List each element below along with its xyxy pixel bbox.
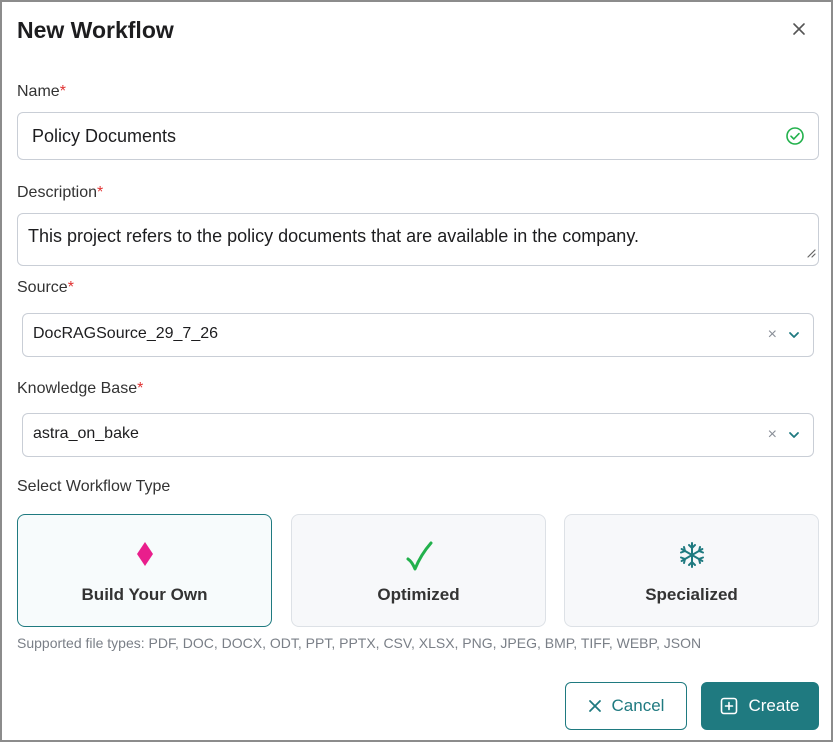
name-value: Policy Documents	[32, 126, 177, 146]
required-marker: *	[67, 279, 74, 296]
check-circle-icon	[785, 126, 805, 151]
clear-icon[interactable]: ×	[768, 427, 777, 443]
knowledge-base-label: Knowledge Base*	[17, 380, 143, 398]
source-label-text: Source	[17, 279, 68, 296]
create-label: Create	[748, 696, 800, 715]
knowledge-base-select[interactable]: astra_on_bake ×	[22, 413, 814, 457]
create-button[interactable]: Create	[701, 682, 819, 730]
source-label: Source*	[17, 279, 74, 297]
chevron-down-icon[interactable]	[787, 428, 801, 447]
cancel-label: Cancel	[611, 696, 665, 715]
chevron-down-icon[interactable]	[787, 328, 801, 347]
clear-icon[interactable]: ×	[768, 327, 777, 343]
required-marker: *	[97, 184, 104, 201]
checkmark-icon	[292, 541, 545, 573]
name-label: Name*	[17, 83, 66, 101]
required-marker: *	[137, 380, 144, 397]
dialog-title: New Workflow	[17, 17, 174, 43]
new-workflow-dialog: New Workflow Name* Policy Documents Desc…	[0, 0, 833, 742]
close-icon	[588, 700, 601, 712]
description-field[interactable]: This project refers to the policy docume…	[17, 213, 819, 266]
workflow-option-label: Specialized	[645, 585, 738, 604]
resize-handle-icon[interactable]	[805, 245, 816, 263]
description-label: Description*	[17, 184, 103, 202]
workflow-type-label: Select Workflow Type	[17, 478, 171, 495]
workflow-option-label: Optimized	[377, 585, 460, 604]
knowledge-base-value: astra_on_bake	[33, 425, 139, 442]
diamond-icon	[18, 541, 271, 573]
workflow-option-specialized[interactable]: Specialized	[564, 514, 819, 627]
source-value: DocRAGSource_29_7_26	[33, 325, 219, 342]
cancel-button[interactable]: Cancel	[565, 682, 687, 730]
required-marker: *	[59, 83, 66, 100]
snowflake-icon	[565, 541, 818, 573]
supported-file-types: Supported file types: PDF, DOC, DOCX, OD…	[17, 635, 702, 651]
name-label-text: Name	[17, 83, 60, 100]
workflow-option-optimized[interactable]: Optimized	[291, 514, 546, 627]
close-button[interactable]	[788, 18, 810, 40]
description-label-text: Description	[17, 184, 98, 201]
plus-square-icon	[721, 697, 738, 715]
close-icon	[793, 23, 805, 35]
knowledge-base-label-text: Knowledge Base	[17, 380, 138, 397]
description-value: This project refers to the policy docume…	[28, 226, 639, 246]
source-select[interactable]: DocRAGSource_29_7_26 ×	[22, 313, 814, 357]
workflow-option-label: Build Your Own	[81, 585, 208, 604]
workflow-option-build-your-own[interactable]: Build Your Own	[17, 514, 272, 627]
name-field[interactable]: Policy Documents	[17, 112, 819, 160]
